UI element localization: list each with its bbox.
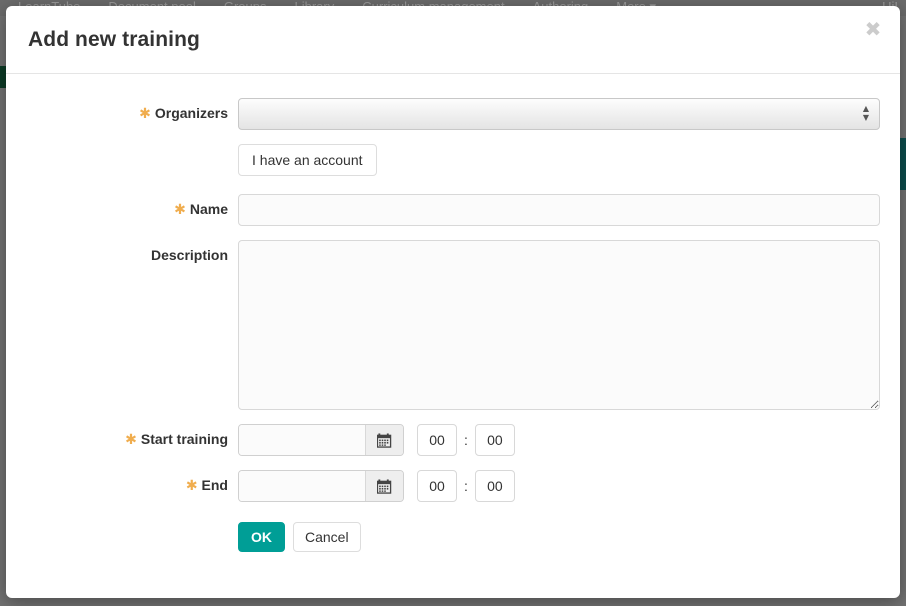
start-training-calendar-button[interactable]	[365, 425, 403, 455]
ok-button[interactable]: OK	[238, 522, 285, 552]
add-new-training-dialog: Add new training ✖ ✱Organizers ▲▼ I have	[6, 6, 900, 598]
organizers-select[interactable]	[238, 98, 880, 130]
end-date-wrap	[238, 470, 404, 502]
field-row-description: Description	[6, 240, 900, 410]
field-row-start-training: ✱Start training	[6, 424, 900, 456]
start-training-datetime-group: :	[238, 424, 886, 456]
field-row-end: ✱End	[6, 470, 900, 502]
dialog-title: Add new training	[28, 28, 200, 52]
required-asterisk-icon: ✱	[186, 478, 198, 494]
start-training-label: Start training	[141, 431, 228, 447]
end-calendar-button[interactable]	[365, 471, 403, 501]
dialog-body: ✱Organizers ▲▼ I have an account ✱Name	[6, 74, 900, 552]
end-time-separator: :	[464, 478, 468, 494]
required-asterisk-icon: ✱	[125, 432, 137, 448]
end-hours-input[interactable]	[417, 470, 457, 502]
required-asterisk-icon: ✱	[139, 106, 151, 122]
description-field-wrap	[238, 240, 900, 410]
required-asterisk-icon: ✱	[174, 202, 186, 218]
have-account-spacer	[6, 144, 238, 151]
start-training-time-separator: :	[464, 432, 468, 448]
calendar-icon	[377, 433, 392, 448]
i-have-an-account-button[interactable]: I have an account	[238, 144, 377, 176]
calendar-icon	[377, 479, 392, 494]
name-field-wrap	[238, 194, 900, 226]
field-row-organizers: ✱Organizers ▲▼	[6, 98, 900, 130]
end-label: End	[202, 477, 228, 493]
description-label: Description	[151, 247, 228, 263]
start-training-field-wrap: :	[238, 424, 900, 456]
end-field-wrap: :	[238, 470, 900, 502]
organizers-label-wrap: ✱Organizers	[6, 98, 238, 122]
dialog-header: Add new training ✖	[6, 6, 900, 74]
field-row-name: ✱Name	[6, 194, 900, 226]
start-training-date-input[interactable]	[239, 425, 365, 455]
field-row-actions: OK Cancel	[6, 516, 900, 552]
end-datetime-group: :	[238, 470, 886, 502]
actions-field-wrap: OK Cancel	[238, 516, 900, 552]
dialog-actions: OK Cancel	[238, 522, 886, 552]
start-training-label-wrap: ✱Start training	[6, 424, 238, 448]
start-training-date-wrap	[238, 424, 404, 456]
end-label-wrap: ✱End	[6, 470, 238, 494]
end-minutes-input[interactable]	[475, 470, 515, 502]
organizers-field-wrap: ▲▼	[238, 98, 900, 130]
name-label: Name	[190, 201, 228, 217]
actions-spacer	[6, 516, 238, 523]
description-label-wrap: Description	[6, 240, 238, 263]
name-input[interactable]	[238, 194, 880, 226]
organizers-select-wrap: ▲▼	[238, 98, 880, 130]
field-row-have-account: I have an account	[6, 144, 900, 176]
organizers-label: Organizers	[155, 105, 228, 121]
close-icon[interactable]: ✖	[862, 18, 884, 40]
end-date-input[interactable]	[239, 471, 365, 501]
have-account-field-wrap: I have an account	[238, 144, 900, 176]
cancel-button[interactable]: Cancel	[293, 522, 361, 552]
start-training-minutes-input[interactable]	[475, 424, 515, 456]
name-label-wrap: ✱Name	[6, 194, 238, 218]
start-training-hours-input[interactable]	[417, 424, 457, 456]
description-textarea[interactable]	[238, 240, 880, 410]
